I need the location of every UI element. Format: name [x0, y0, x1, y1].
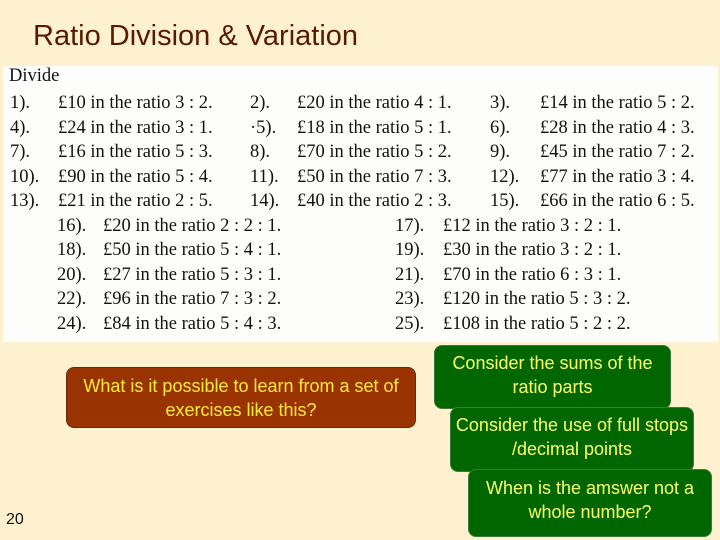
question-callout: What is it possible to learn from a set … [66, 367, 416, 428]
hint-callout-whole-number: When is the amswer not a whole number? [468, 469, 712, 537]
hint-callout-decimals: Consider the use of full stops /decimal … [450, 407, 694, 472]
exercise-text: £10 in the ratio 3 : 2. [58, 93, 213, 113]
exercise-number: 21). [395, 265, 425, 285]
exercise-number: 20). [57, 265, 87, 285]
worksheet-heading: Divide [9, 66, 60, 86]
exercise-text: £24 in the ratio 3 : 1. [58, 118, 213, 138]
exercise-text: £28 in the ratio 4 : 3. [540, 118, 695, 138]
exercise-number: 7). [10, 142, 31, 162]
exercise-number: 23). [395, 289, 425, 309]
exercise-text: £16 in the ratio 5 : 3. [58, 142, 213, 162]
exercise-text: £96 in the ratio 7 : 3 : 2. [103, 289, 282, 309]
worksheet-image: Divide 1). £10 in the ratio 3 : 2. 2). £20 … [3, 66, 718, 342]
exercise-text: £27 in the ratio 5 : 3 : 1. [103, 265, 282, 285]
exercise-text: £70 in the ratio 5 : 2. [297, 142, 452, 162]
hint-callout-sums: Consider the sums of the ratio parts [434, 345, 671, 409]
exercise-number: 1). [10, 93, 31, 113]
exercise-number: 2). [250, 93, 271, 113]
exercise-text: £21 in the ratio 2 : 5. [58, 191, 213, 211]
exercise-text: £77 in the ratio 3 : 4. [540, 167, 695, 187]
exercise-number: 25). [395, 314, 425, 334]
exercise-number: 14). [250, 191, 280, 211]
exercise-text: £66 in the ratio 6 : 5. [540, 191, 695, 211]
exercise-text: £45 in the ratio 7 : 2. [540, 142, 695, 162]
exercise-text: £14 in the ratio 5 : 2. [540, 93, 695, 113]
exercise-number: 17). [395, 216, 425, 236]
exercise-number: ·5). [250, 118, 277, 138]
exercise-text: £50 in the ratio 7 : 3. [297, 167, 452, 187]
exercise-text: £30 in the ratio 3 : 2 : 1. [443, 240, 622, 260]
exercise-text: £50 in the ratio 5 : 4 : 1. [103, 240, 282, 260]
exercise-text: £20 in the ratio 4 : 1. [297, 93, 452, 113]
exercise-number: 10). [10, 167, 40, 187]
exercise-text: £84 in the ratio 5 : 4 : 3. [103, 314, 282, 334]
exercise-text: £20 in the ratio 2 : 2 : 1. [103, 216, 282, 236]
exercise-number: 11). [250, 167, 279, 187]
exercise-number: 22). [57, 289, 87, 309]
exercise-text: £18 in the ratio 5 : 1. [297, 118, 452, 138]
exercise-number: 8). [250, 142, 271, 162]
exercise-text: £90 in the ratio 5 : 4. [58, 167, 213, 187]
exercise-text: £40 in the ratio 2 : 3. [297, 191, 452, 211]
exercise-number: 4). [10, 118, 31, 138]
exercise-number: 16). [57, 216, 87, 236]
exercise-number: 15). [490, 191, 520, 211]
exercise-number: 13). [10, 191, 40, 211]
exercise-number: 18). [57, 240, 87, 260]
slide-title: Ratio Division & Variation [33, 20, 359, 52]
exercise-text: £70 in the ratio 6 : 3 : 1. [443, 265, 622, 285]
exercise-number: 6). [490, 118, 511, 138]
exercise-number: 9). [490, 142, 511, 162]
exercise-text: £12 in the ratio 3 : 2 : 1. [443, 216, 622, 236]
exercise-number: 24). [57, 314, 87, 334]
exercise-text: £108 in the ratio 5 : 2 : 2. [443, 314, 631, 334]
exercise-text: £120 in the ratio 5 : 3 : 2. [443, 289, 631, 309]
exercise-number: 3). [490, 93, 511, 113]
page-number: 20 [6, 511, 24, 528]
exercise-number: 12). [490, 167, 520, 187]
exercise-number: 19). [395, 240, 425, 260]
